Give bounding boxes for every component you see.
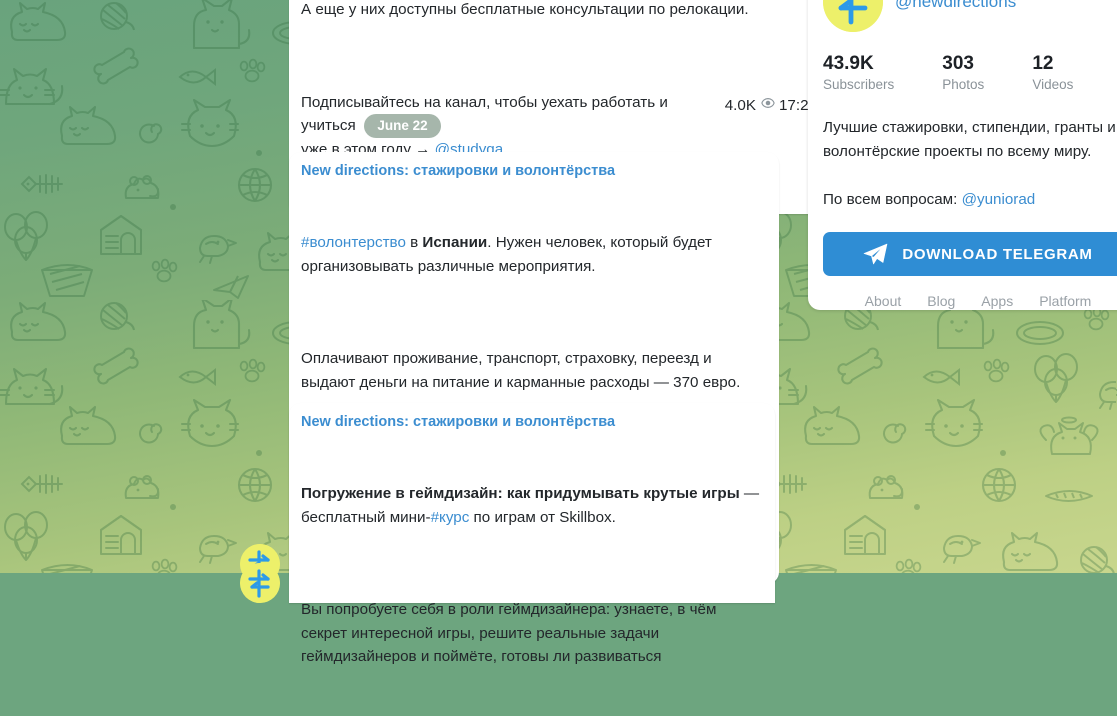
description-line-1: Лучшие стажировки, стипендии, гранты и [823, 116, 1117, 140]
download-telegram-button[interactable]: DOWNLOAD TELEGRAM [823, 232, 1117, 276]
message-channel-title[interactable]: New directions: стажировки и волонтёрств… [301, 412, 763, 432]
hashtag-link-volunteering[interactable]: #волонтерство [301, 234, 406, 251]
chat-message-list[interactable]: А еще у них доступны бесплатные консульт… [0, 0, 805, 573]
stat-label: Videos [1032, 76, 1073, 94]
stat-label: Subscribers [823, 76, 894, 94]
paragraph-bold: Испании [422, 234, 487, 251]
footer-link-about[interactable]: About [865, 293, 902, 309]
stat-videos: 12 Videos [1032, 52, 1073, 94]
message-paragraph: Оплачивают проживание, транспорт, страхо… [301, 347, 767, 394]
footer-link-apps[interactable]: Apps [981, 293, 1013, 309]
stat-value: 43.9K [823, 52, 894, 75]
date-divider: June 22 [0, 114, 805, 138]
date-divider-label: June 22 [364, 114, 440, 138]
message-paragraph: #волонтерство в Испании. Нужен человек, … [301, 231, 767, 278]
sidebar-footer-links[interactable]: About Blog Apps Platform [823, 293, 1117, 309]
footer-link-platform[interactable]: Platform [1039, 293, 1091, 309]
download-button-label: DOWNLOAD TELEGRAM [902, 246, 1092, 263]
stat-photos: 303 Photos [942, 52, 984, 94]
channel-header: @newdirections [823, 0, 1117, 32]
telegram-paper-plane-icon [863, 243, 888, 265]
channel-stats: 43.9K Subscribers 303 Photos 12 Videos 4… [823, 52, 1117, 94]
paragraph-pre: в [406, 234, 423, 251]
views-eye-icon [761, 97, 775, 114]
channel-handle[interactable]: @newdirections [895, 0, 1016, 12]
channel-contact-line: По всем вопросам: @yuniorad [823, 188, 1117, 212]
message-paragraph: Вы попробуете себя в роли геймдизайнера:… [301, 598, 763, 669]
channel-avatar-signpost[interactable] [240, 563, 280, 603]
message-text: Погружение в геймдизайн: как придумывать… [301, 435, 763, 716]
message-channel-title[interactable]: New directions: стажировки и волонтёрств… [301, 161, 767, 181]
message-bubble-gamedesign[interactable]: New directions: стажировки и волонтёрств… [289, 403, 775, 603]
paragraph-bold: Погружение в геймдизайн: как придумывать… [301, 485, 740, 502]
paragraph-end: по играм от Skillbox. [469, 509, 616, 526]
stat-value: 303 [942, 52, 984, 75]
stat-label: Photos [942, 76, 984, 94]
description-line-2: волонтёрские проекты по всему миру. [823, 140, 1117, 164]
stat-value: 12 [1032, 52, 1073, 75]
view-count: 4.0K [725, 97, 756, 114]
channel-info-panel[interactable]: @newdirections 43.9K Subscribers 303 Pho… [808, 0, 1117, 310]
stat-subscribers: 43.9K Subscribers [823, 52, 894, 94]
message-row[interactable]: New directions: стажировки и волонтёрств… [240, 403, 775, 603]
message-paragraph: Погружение в геймдизайн: как придумывать… [301, 482, 763, 529]
hashtag-link-course[interactable]: #курс [431, 509, 470, 526]
message-paragraph: А еще у них доступны бесплатные консульт… [301, 0, 817, 22]
contact-mention-link[interactable]: @yuniorad [962, 191, 1036, 208]
channel-description: Лучшие стажировки, стипендии, гранты и в… [823, 116, 1117, 164]
footer-link-blog[interactable]: Blog [927, 293, 955, 309]
channel-avatar-signpost[interactable] [823, 0, 883, 32]
contact-label: По всем вопросам: [823, 191, 962, 208]
